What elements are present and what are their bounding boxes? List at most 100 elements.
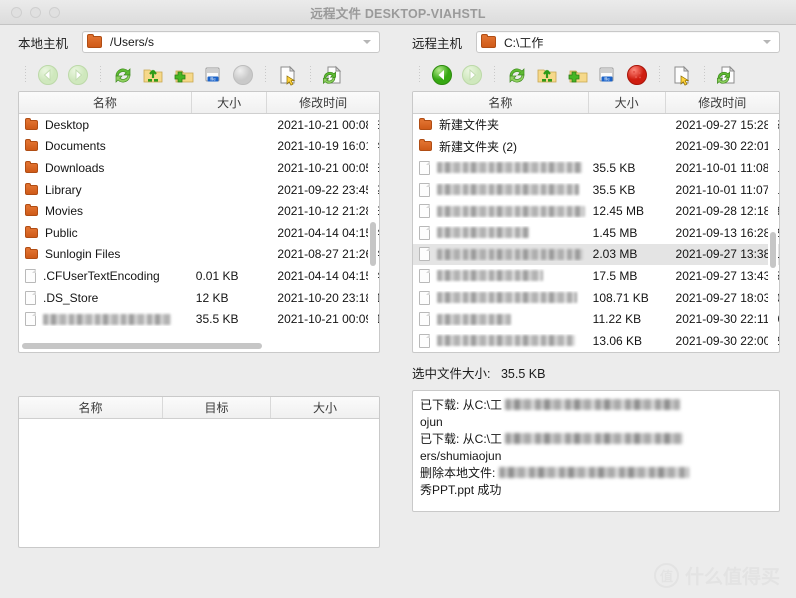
cell-name bbox=[413, 247, 589, 262]
transfer-queue-list[interactable]: 名称 目标 大小 bbox=[18, 396, 380, 548]
local-col-time[interactable]: 修改时间 bbox=[267, 92, 379, 113]
file-name: Desktop bbox=[45, 117, 90, 132]
cell-time: 2021-10-01 11:08:12 bbox=[675, 160, 780, 175]
table-row[interactable]: 2.03 MB 2021-09-27 13:38:18 bbox=[413, 243, 779, 266]
local-select-all-button[interactable] bbox=[273, 61, 303, 89]
table-row[interactable]: Downloads 2021-10-21 00:05:39 bbox=[19, 157, 379, 179]
local-path-label: 本地主机 bbox=[18, 36, 69, 51]
table-row[interactable]: 35.5 KB 2021-10-21 00:09:11 bbox=[19, 308, 379, 330]
local-path-value: /Users/s bbox=[110, 35, 155, 49]
remote-file-list[interactable]: 名称 大小 修改时间 新建文件夹 2021-09-27 15:28:53 新建文件夹… bbox=[412, 91, 780, 353]
table-row[interactable]: 35.5 KB 2021-10-01 11:07:11 bbox=[413, 179, 779, 201]
remote-col-name[interactable]: 名称 bbox=[413, 92, 589, 113]
local-horizontal-scrollbar[interactable] bbox=[20, 341, 368, 351]
local-back-button[interactable] bbox=[33, 61, 63, 89]
remote-pane: 远程主机 C:\工作 file 名称 大小 修改时间 新建文件夹 2021-09… bbox=[398, 25, 796, 512]
table-row[interactable]: 13.06 KB 2021-09-30 22:00:22 bbox=[413, 330, 779, 352]
remote-col-size[interactable]: 大小 bbox=[589, 92, 666, 113]
close-button[interactable] bbox=[11, 6, 22, 18]
table-row[interactable]: .DS_Store 12 KB 2021-10-20 23:18:14 bbox=[19, 287, 379, 309]
cell-size: 17.5 MB bbox=[592, 268, 638, 283]
cell-time: 2021-09-27 15:28:53 bbox=[675, 117, 780, 132]
window-title: 远程文件 DESKTOP-VIAHSTL bbox=[310, 6, 486, 21]
file-name: Downloads bbox=[45, 160, 105, 175]
redacted-path bbox=[498, 467, 689, 478]
remote-list-header: 名称 大小 修改时间 bbox=[413, 92, 779, 114]
file-icon bbox=[419, 312, 430, 327]
remote-col-time[interactable]: 修改时间 bbox=[666, 92, 779, 113]
table-row[interactable]: 12.45 MB 2021-09-28 12:18:31 bbox=[413, 200, 779, 222]
table-row[interactable]: Library 2021-09-22 23:45:21 bbox=[19, 179, 379, 201]
minimize-button[interactable] bbox=[30, 6, 41, 18]
table-row[interactable]: 17.5 MB 2021-09-27 13:43:59 bbox=[413, 265, 779, 287]
remote-parent-folder-button[interactable] bbox=[532, 61, 562, 89]
local-hscroll-thumb[interactable] bbox=[22, 343, 262, 349]
file-icon bbox=[419, 204, 430, 219]
local-upload-button[interactable] bbox=[318, 61, 348, 89]
table-row[interactable]: Documents 2021-10-19 16:01:48 bbox=[19, 136, 379, 158]
zoom-button[interactable] bbox=[49, 6, 60, 18]
local-vscroll-thumb[interactable] bbox=[370, 222, 376, 266]
table-row[interactable]: 新建文件夹 (2) 2021-09-30 22:01:15 bbox=[413, 136, 779, 158]
log-panel[interactable]: 已下载: 从C:\工 ojun 已下载: 从C:\工 ers/shumiaojun… bbox=[412, 390, 780, 512]
table-row[interactable]: 11.22 KB 2021-09-30 22:11:05 bbox=[413, 308, 779, 330]
file-name: 新建文件夹 (2) bbox=[439, 139, 518, 154]
remote-path-value: C:\工作 bbox=[504, 35, 544, 50]
table-row[interactable]: 1.45 MB 2021-09-13 16:28:27 bbox=[413, 222, 779, 244]
cell-time: 2021-08-27 21:26:43 bbox=[277, 247, 380, 262]
redacted-path bbox=[505, 433, 684, 444]
remote-refresh-button[interactable] bbox=[502, 61, 532, 89]
transfer-col-name[interactable]: 名称 bbox=[19, 397, 163, 418]
cell-name: Desktop bbox=[19, 117, 192, 132]
transfer-col-size[interactable]: 大小 bbox=[271, 397, 379, 418]
table-row[interactable]: Sunlogin Files 2021-08-27 21:26:43 bbox=[19, 244, 379, 266]
local-file-list[interactable]: 名称 大小 修改时间 Desktop 2021-10-21 00:08:32 Doc… bbox=[18, 91, 380, 353]
status-label: 选中文件大小: bbox=[412, 367, 491, 381]
chevron-down-icon[interactable] bbox=[363, 40, 371, 44]
status-bar: 选中文件大小: 35.5 KB bbox=[398, 363, 796, 382]
folder-icon bbox=[419, 139, 432, 152]
local-path-combobox[interactable]: /Users/s bbox=[82, 31, 380, 53]
remote-delete-button[interactable] bbox=[622, 61, 652, 89]
local-col-size[interactable]: 大小 bbox=[192, 92, 268, 113]
chevron-down-icon[interactable] bbox=[763, 40, 771, 44]
local-refresh-button[interactable] bbox=[108, 61, 138, 89]
table-row[interactable]: Public 2021-04-14 04:15:42 bbox=[19, 222, 379, 244]
cell-name bbox=[19, 312, 192, 327]
table-row[interactable]: .CFUserTextEncoding 0.01 KB 2021-04-14 04:… bbox=[19, 265, 379, 287]
cell-size: 1.45 MB bbox=[592, 225, 638, 240]
local-delete-button[interactable] bbox=[228, 61, 258, 89]
file-icon bbox=[25, 268, 36, 283]
local-col-name[interactable]: 名称 bbox=[19, 92, 192, 113]
remote-back-button[interactable] bbox=[427, 61, 457, 89]
cell-time: 2021-10-01 11:07:11 bbox=[675, 182, 780, 197]
local-vertical-scrollbar[interactable] bbox=[368, 114, 378, 351]
log-tail: 秀PPT.ppt 成功 bbox=[420, 483, 502, 497]
remote-select-all-button[interactable] bbox=[667, 61, 697, 89]
table-row[interactable]: 108.71 KB 2021-09-27 18:03:08 bbox=[413, 287, 779, 309]
remote-vscroll-thumb[interactable] bbox=[770, 232, 776, 268]
local-rename-button[interactable]: file bbox=[198, 61, 228, 89]
remote-new-folder-button[interactable] bbox=[562, 61, 592, 89]
cell-time: 2021-09-30 22:11:05 bbox=[675, 312, 780, 327]
watermark-badge: 值 bbox=[653, 563, 679, 588]
local-forward-button[interactable] bbox=[63, 61, 93, 89]
file-icon bbox=[419, 182, 430, 197]
local-parent-folder-button[interactable] bbox=[138, 61, 168, 89]
watermark: 值 什么值得买 bbox=[653, 562, 780, 589]
cell-time: 2021-09-27 13:43:59 bbox=[675, 268, 780, 283]
remote-path-combobox[interactable]: C:\工作 bbox=[476, 31, 780, 53]
table-row[interactable]: 新建文件夹 2021-09-27 15:28:53 bbox=[413, 114, 779, 136]
redacted-filename bbox=[437, 313, 511, 325]
cell-time: 2021-10-12 21:28:38 bbox=[277, 204, 380, 219]
table-row[interactable]: Desktop 2021-10-21 00:08:32 bbox=[19, 114, 379, 136]
remote-download-button[interactable] bbox=[712, 61, 742, 89]
local-new-folder-button[interactable] bbox=[168, 61, 198, 89]
svg-text:file: file bbox=[210, 77, 216, 82]
table-row[interactable]: 35.5 KB 2021-10-01 11:08:12 bbox=[413, 157, 779, 179]
remote-vertical-scrollbar[interactable] bbox=[768, 114, 778, 351]
table-row[interactable]: Movies 2021-10-12 21:28:38 bbox=[19, 200, 379, 222]
transfer-col-target[interactable]: 目标 bbox=[163, 397, 271, 418]
remote-rename-button[interactable]: file bbox=[592, 61, 622, 89]
remote-forward-button[interactable] bbox=[457, 61, 487, 89]
